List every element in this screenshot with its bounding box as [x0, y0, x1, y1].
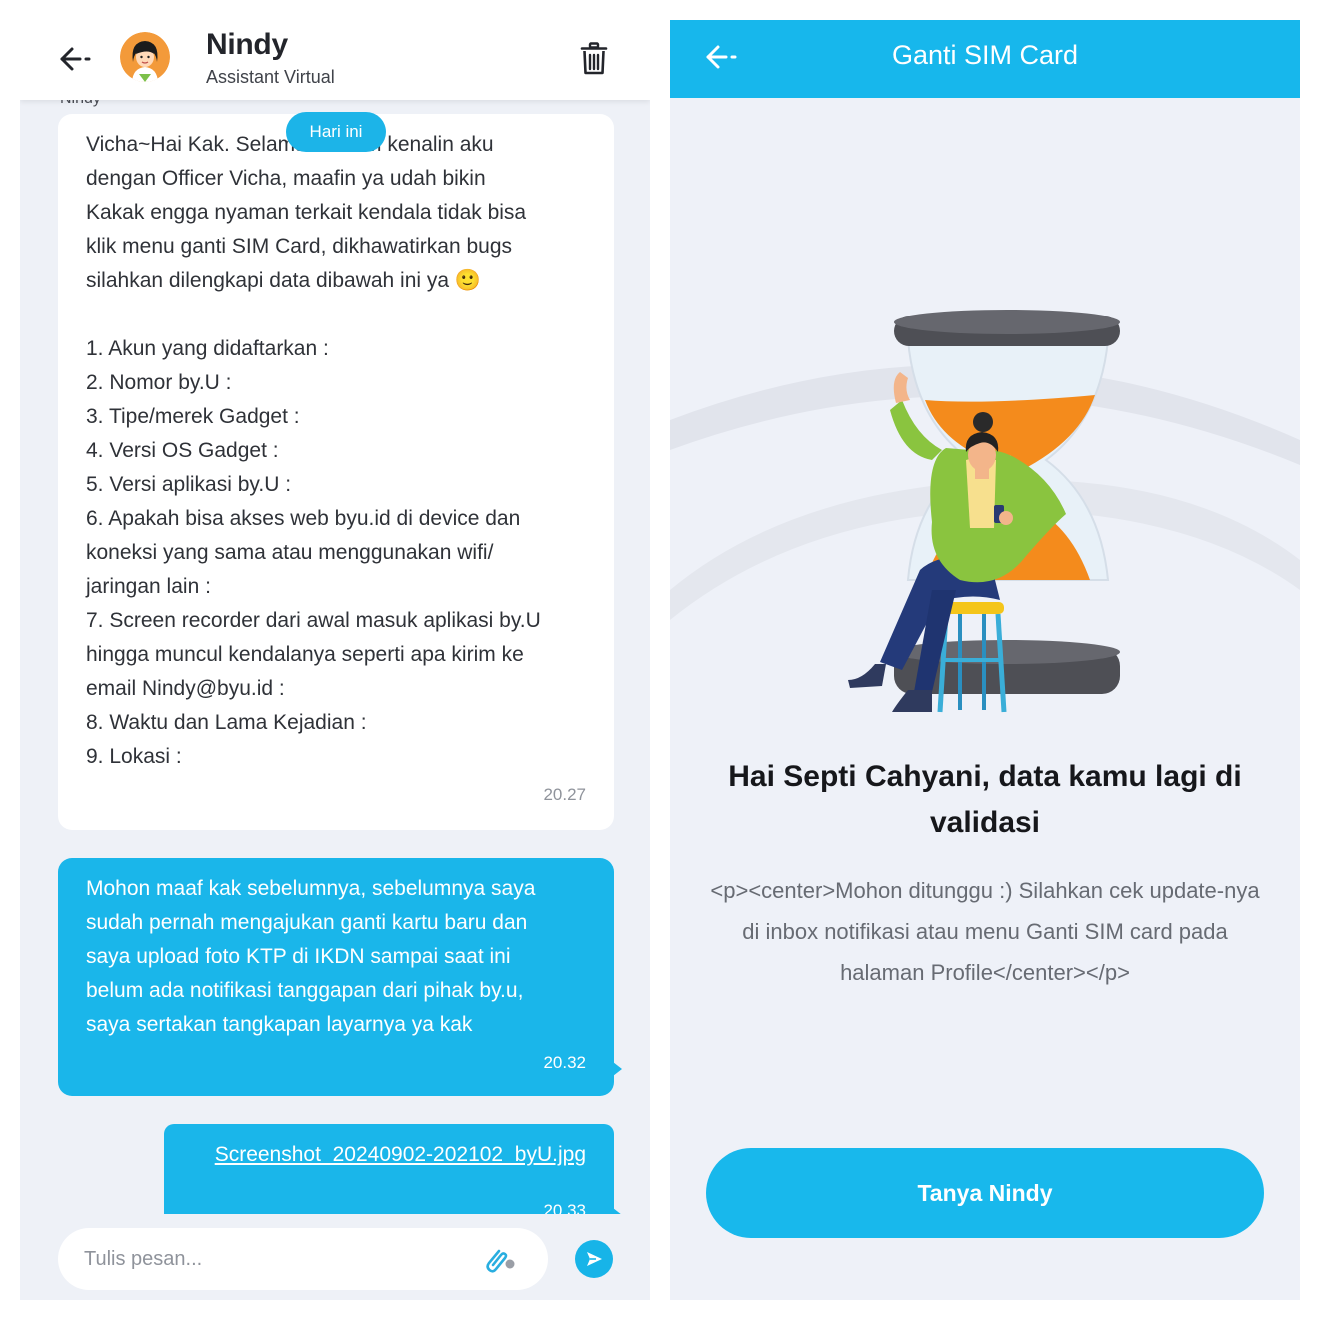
message-time: 20.32 — [543, 1053, 586, 1072]
message-line: koneksi yang sama atau menggunakan wifi/ — [86, 541, 494, 564]
send-icon — [587, 1252, 602, 1266]
message-line: klik menu ganti SIM Card, dikhawatirkan … — [86, 235, 513, 258]
message-line: saya sertakan tangkapan layarnya ya kak — [86, 1013, 473, 1036]
message-line: 1. Akun yang didaftarkan : — [86, 337, 329, 360]
chat-header: Nindy Assistant Virtual — [20, 20, 650, 100]
attachment-link[interactable]: Screenshot_20240902-202102_byU.jpg — [192, 1138, 586, 1172]
back-arrow-icon — [60, 47, 91, 71]
contact-status: Assistant Virtual — [206, 67, 335, 87]
message-line: 7. Screen recorder dari awal masuk aplik… — [86, 609, 541, 632]
message-line: Mohon maaf kak sebelumnya, sebelumnya sa… — [86, 877, 536, 900]
status-description: <p><center>Mohon ditunggu :) Silahkan ce… — [710, 878, 1260, 985]
message-line: sudah pernah mengajukan ganti kartu baru… — [86, 911, 528, 934]
message-line: Kakak engga nyaman terkait kendala tidak… — [86, 201, 527, 224]
sim-status-screen: Ganti SIM Card Hai Septi Cahyani, data k… — [670, 20, 1300, 1300]
send-button[interactable] — [575, 1240, 613, 1278]
message-line: 9. Lokasi : — [86, 745, 182, 768]
message-line: 3. Tipe/merek Gadget : — [86, 405, 300, 428]
delete-chat-button[interactable] — [576, 40, 612, 78]
date-chip: Hari ini — [286, 112, 386, 152]
incoming-message-text: Vicha~Hai Kak. Selamat malam kenalin aku… — [86, 128, 594, 774]
message-line: email Nindy@byu.id : — [86, 677, 285, 700]
message-time: 20.27 — [543, 785, 586, 804]
attach-button[interactable] — [480, 1244, 520, 1276]
incoming-message: Vicha~Hai Kak. Selamat malam kenalin aku… — [58, 114, 614, 830]
message-input[interactable] — [58, 1228, 548, 1290]
message-line: 8. Waktu dan Lama Kejadian : — [86, 711, 367, 734]
message-line: jaringan lain : — [86, 575, 211, 598]
message-line: 6. Apakah bisa akses web byu.id di devic… — [86, 507, 521, 530]
message-line: silahkan dilengkapi data dibawah ini ya … — [86, 269, 482, 292]
message-line — [86, 298, 594, 332]
outgoing-message-text: Mohon maaf kak sebelumnya, sebelumnya sa… — [86, 872, 594, 1042]
message-line: 4. Versi OS Gadget : — [86, 439, 279, 462]
assistant-avatar-icon — [120, 32, 170, 82]
message-line: 2. Nomor by.U : — [86, 371, 232, 394]
message-line: 5. Versi aplikasi by.U : — [86, 473, 292, 496]
message-line: belum ada notifikasi tanggapan dari piha… — [86, 979, 524, 1002]
composer-bar — [20, 1214, 650, 1300]
message-line: saya upload foto KTP di IKDN sampai saat… — [86, 945, 511, 968]
trash-icon — [580, 42, 608, 75]
contact-name: Nindy — [206, 28, 288, 61]
outgoing-message: Mohon maaf kak sebelumnya, sebelumnya sa… — [58, 858, 622, 1096]
message-line: dengan Officer Vicha, maafin ya udah bik… — [86, 167, 486, 190]
avatar — [120, 32, 170, 82]
back-button[interactable] — [56, 42, 96, 76]
waiting-hourglass-icon — [670, 310, 1300, 713]
paperclip-icon — [486, 1249, 515, 1273]
top-bar: Ganti SIM Card — [670, 20, 1300, 98]
hourglass-illustration — [670, 260, 1300, 730]
status-heading: Hai Septi Cahyani, data kamu lagi di val… — [728, 760, 1242, 839]
bubble-tail — [613, 1062, 622, 1076]
message-line: hingga muncul kendalanya seperti apa kir… — [86, 643, 524, 666]
screen-title: Ganti SIM Card — [891, 40, 1079, 70]
ask-nindy-button[interactable]: Tanya Nindy — [706, 1148, 1264, 1238]
chat-screen: Nindy Assistant Virtual Nindy Hari ini V… — [20, 20, 650, 1300]
